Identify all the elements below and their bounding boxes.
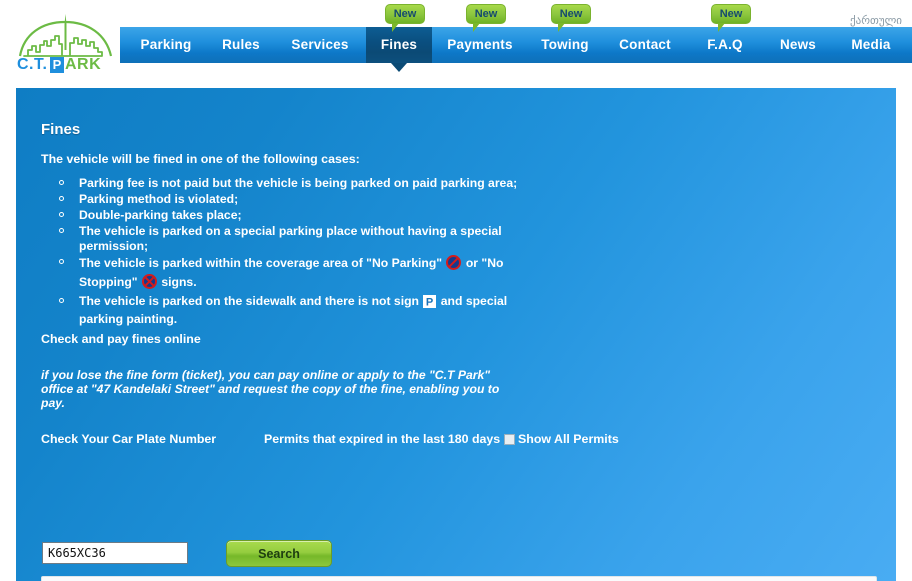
fine-case-item: Double-parking takes place; xyxy=(41,208,541,223)
new-badge-tail-icon xyxy=(392,23,399,32)
nav-item-label: Payments xyxy=(447,37,513,52)
nav-item-label: Services xyxy=(291,37,349,52)
no-stopping-sign-icon xyxy=(141,274,157,293)
page-title: Fines xyxy=(41,121,81,138)
new-badge: New xyxy=(466,4,506,32)
nav-item-label: Rules xyxy=(222,37,260,52)
nav-item-services[interactable]: Services xyxy=(278,27,362,63)
fine-case-item: Parking fee is not paid but the vehicle … xyxy=(41,176,541,191)
fine-case-text: Double-parking takes place; xyxy=(79,208,242,222)
site-header: C.T. P ARK ქართული Parking Rules Services F… xyxy=(0,0,912,88)
parking-p-sign-icon: P xyxy=(423,295,437,312)
active-tab-pointer-icon xyxy=(391,63,407,72)
new-badge: New xyxy=(711,4,751,32)
language-switch-link[interactable]: ქართული xyxy=(850,14,902,27)
fine-cases-list: Parking fee is not paid but the vehicle … xyxy=(41,176,541,328)
nav-item-label: Parking xyxy=(140,37,192,52)
logo-text-ark: ARK xyxy=(65,56,102,73)
car-plate-input[interactable] xyxy=(42,542,188,564)
fine-case-item: The vehicle is parked on a special parki… xyxy=(41,224,541,254)
nav-item-towing[interactable]: Towing xyxy=(528,27,602,63)
search-form-labels: Check Your Car Plate Number Permits that… xyxy=(41,432,881,450)
page-root: C.T. P ARK ქართული Parking Rules Services F… xyxy=(0,0,912,581)
site-logo[interactable]: C.T. P ARK xyxy=(14,12,120,76)
bullet-marker-icon xyxy=(59,298,64,303)
nav-item-label: Contact xyxy=(619,37,671,52)
fine-case-text: The vehicle is parked on the sidewalk an… xyxy=(79,294,419,308)
new-badge-label: New xyxy=(474,8,498,20)
show-all-permits-label[interactable]: Show All Permits xyxy=(518,432,619,446)
nav-item-fines[interactable]: Fines xyxy=(366,27,432,72)
nav-item-payments[interactable]: Payments xyxy=(434,27,526,63)
new-badge-label: New xyxy=(559,8,583,20)
nav-item-contact[interactable]: Contact xyxy=(604,27,686,63)
nav-item-rules[interactable]: Rules xyxy=(210,27,272,63)
bullet-marker-icon xyxy=(59,180,64,185)
section-subheading: Check and pay fines online xyxy=(41,332,201,346)
new-badge-label: New xyxy=(393,8,417,20)
show-all-permits-checkbox[interactable] xyxy=(504,434,515,445)
intro-text: The vehicle will be fined in one of the … xyxy=(41,152,360,166)
new-badge: New xyxy=(551,4,591,32)
fines-results-list: 37407628629 Aug, 2016 20:20Pending xyxy=(41,576,877,581)
nav-item-label: Fines xyxy=(380,37,418,52)
bullet-marker-icon xyxy=(59,228,64,233)
expired-permits-label: Permits that expired in the last 180 day… xyxy=(264,432,501,446)
new-badge-tail-icon xyxy=(558,23,565,32)
nav-item-label: Towing xyxy=(541,37,589,52)
main-navigation: Parking Rules Services Fines New Payments New T… xyxy=(120,4,912,72)
bullet-marker-icon xyxy=(59,196,64,201)
nav-item-f-a-q[interactable]: F.A.Q xyxy=(690,27,760,63)
nav-item-label: Media xyxy=(851,37,891,52)
fine-case-text-end: signs. xyxy=(161,275,197,289)
nav-item-label: F.A.Q xyxy=(707,37,743,52)
fine-case-text: Parking fee is not paid but the vehicle … xyxy=(79,176,518,190)
logo-text-p: P xyxy=(50,57,64,73)
fine-case-text: The vehicle is parked within the coverag… xyxy=(79,256,443,270)
nav-item-news[interactable]: News xyxy=(764,27,832,63)
bullet-marker-icon xyxy=(59,212,64,217)
no-parking-sign-icon xyxy=(446,255,462,274)
search-button[interactable]: Search xyxy=(226,540,332,567)
bullet-marker-icon xyxy=(59,259,64,264)
page-content: Fines The vehicle will be fined in one o… xyxy=(16,88,896,581)
fine-case-item: The vehicle is parked on the sidewalk an… xyxy=(41,294,541,327)
new-badge-tail-icon xyxy=(473,23,480,32)
nav-item-label: News xyxy=(779,37,817,52)
logo-text-ct: C.T. xyxy=(17,56,48,73)
fine-case-item: Parking method is violated; xyxy=(41,192,541,207)
new-badge-tail-icon xyxy=(718,23,725,32)
new-badge: New xyxy=(385,4,425,32)
fine-result-row[interactable]: 37407628629 Aug, 2016 20:20Pending xyxy=(41,576,877,581)
fine-case-text: Parking method is violated; xyxy=(79,192,239,206)
nav-item-parking[interactable]: Parking xyxy=(125,27,207,63)
fine-case-item: The vehicle is parked within the coverag… xyxy=(41,255,541,293)
nav-item-media[interactable]: Media xyxy=(834,27,908,63)
section-note: if you lose the fine form (ticket), you … xyxy=(41,368,500,410)
svg-text:P: P xyxy=(426,297,433,309)
new-badge-label: New xyxy=(719,8,743,20)
fine-case-text: The vehicle is parked on a special parki… xyxy=(79,224,502,253)
plate-number-label: Check Your Car Plate Number xyxy=(41,432,217,446)
